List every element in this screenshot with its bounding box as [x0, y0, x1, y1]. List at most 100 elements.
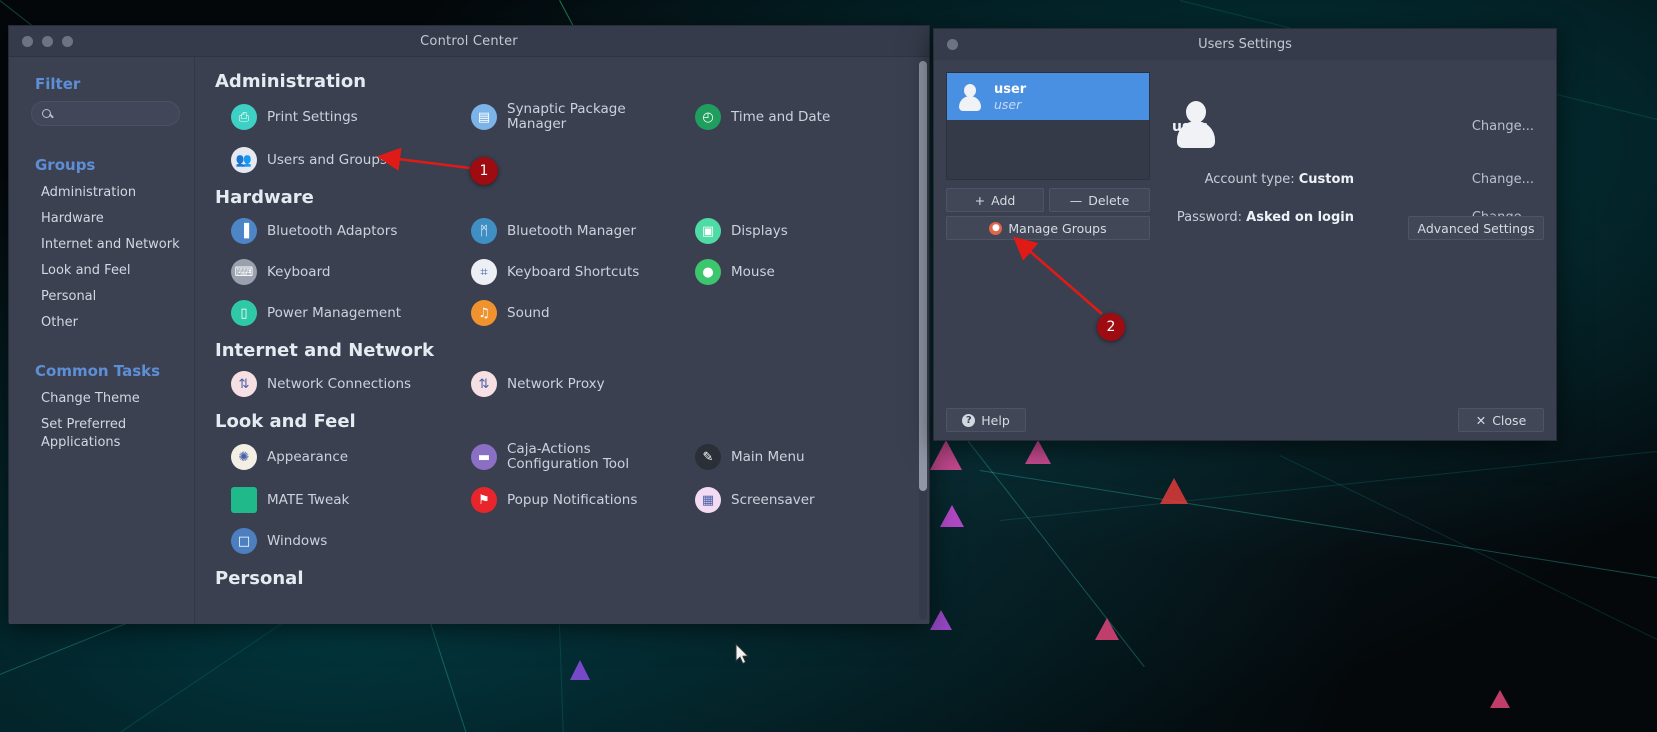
- control-center-item-label: Displays: [731, 222, 788, 239]
- common-tasks-label: Common Tasks: [35, 362, 161, 380]
- control-center-item-label: Synaptic Package Manager: [507, 101, 626, 132]
- close-button[interactable]: ✕ Close: [1458, 408, 1544, 432]
- control-center-item-label: Keyboard Shortcuts: [507, 263, 640, 280]
- control-center-item[interactable]: ⚑ Popup Notifications: [453, 481, 677, 519]
- control-center-item[interactable]: □ Windows: [213, 522, 453, 560]
- windows-icon: □: [231, 528, 257, 554]
- filter-label: Filter: [35, 75, 81, 93]
- help-button[interactable]: ? Help: [946, 408, 1026, 432]
- password-value: Asked on login: [1246, 210, 1354, 225]
- section-grid: ✺ Appearance ▬ Caja-Actions Configuration T…: [213, 436, 911, 560]
- control-center-item[interactable]: ⌗ Keyboard Shortcuts: [453, 253, 677, 291]
- sidebar-item-look-and-feel[interactable]: Look and Feel: [9, 258, 194, 284]
- advanced-settings-button[interactable]: Advanced Settings: [1408, 216, 1544, 240]
- users-settings-titlebar[interactable]: Users Settings: [934, 29, 1556, 60]
- control-center-item-label: Popup Notifications: [507, 491, 638, 508]
- control-center-item[interactable]: ᛗ Bluetooth Manager: [453, 212, 677, 250]
- delete-button-label: Delete: [1088, 192, 1130, 208]
- window-maximize-button[interactable]: [62, 35, 73, 47]
- annotation-badge-1: 1: [470, 157, 498, 185]
- folder-config-icon: ▬: [471, 444, 497, 470]
- control-center-item-label: Bluetooth Manager: [507, 222, 637, 239]
- close-label: Close: [1492, 412, 1527, 428]
- control-center-item-label: Sound: [507, 304, 550, 321]
- control-center-item[interactable]: MATE Tweak: [213, 481, 453, 519]
- control-center-item-label: Network Proxy: [507, 375, 605, 392]
- mouse-icon: ●: [695, 259, 721, 285]
- control-center-item[interactable]: ⌨ Keyboard: [213, 253, 453, 291]
- control-center-item-label: Appearance: [267, 448, 349, 465]
- package-icon: ▤: [471, 104, 497, 130]
- control-center-item-label: Network Connections: [267, 375, 412, 392]
- sound-icon: ♫: [471, 300, 497, 326]
- annotation-badge-2: 2: [1097, 313, 1125, 341]
- delete-user-button[interactable]: — Delete: [1049, 188, 1150, 212]
- password-label: Password:: [1176, 210, 1242, 225]
- window-minimize-button[interactable]: [42, 35, 53, 47]
- control-center-item[interactable]: ✺ Appearance: [213, 436, 453, 478]
- sidebar-item-set-preferred-applications[interactable]: Set Preferred Applications: [9, 412, 139, 456]
- group-user-icon: ●: [989, 221, 1003, 235]
- content-scrollbar[interactable]: [919, 61, 927, 620]
- sidebar-item-personal[interactable]: Personal: [9, 284, 194, 310]
- groups-label: Groups: [35, 156, 96, 174]
- section-title: Look and Feel: [215, 411, 356, 432]
- user-list[interactable]: user user: [946, 72, 1150, 180]
- control-center-item[interactable]: ▯ Power Management: [213, 294, 453, 332]
- control-center-item[interactable]: ⇅ Network Connections: [213, 365, 453, 403]
- users-window-close-button[interactable]: [947, 39, 958, 50]
- user-name: user: [994, 81, 1027, 97]
- section-title: Internet and Network: [215, 340, 434, 361]
- window-close-button[interactable]: [22, 35, 33, 47]
- search-input[interactable]: [58, 106, 168, 121]
- control-center-item[interactable]: ✎ Main Menu: [677, 436, 911, 478]
- control-center-item[interactable]: ▤ Synaptic Package Manager: [453, 96, 677, 138]
- minus-icon: —: [1069, 192, 1083, 208]
- sidebar-item-hardware[interactable]: Hardware: [9, 206, 194, 232]
- appearance-icon: ✺: [231, 444, 257, 470]
- control-center-item[interactable]: ● Mouse: [677, 253, 911, 291]
- control-center-item[interactable]: ◴ Time and Date: [677, 96, 911, 138]
- control-center-item[interactable]: ⎙ Print Settings: [213, 96, 453, 138]
- section-title: Hardware: [215, 187, 314, 208]
- control-center-item-label: Time and Date: [731, 108, 831, 125]
- control-center-item[interactable]: ⇅ Network Proxy: [453, 365, 677, 403]
- control-center-item-label: Screensaver: [731, 491, 815, 508]
- section-grid: ▐ Bluetooth Adaptors ᛗ Bluetooth Manager ▣ Di…: [213, 212, 911, 332]
- control-center-item[interactable]: ▣ Displays: [677, 212, 911, 250]
- section-title: Personal: [215, 568, 304, 589]
- scrollbar-thumb[interactable]: [919, 61, 927, 491]
- control-center-item[interactable]: ▐ Bluetooth Adaptors: [213, 212, 453, 250]
- control-center-titlebar[interactable]: Control Center: [9, 26, 929, 57]
- section-title: Administration: [215, 71, 367, 92]
- control-center-item-label: Keyboard: [267, 263, 331, 280]
- control-center-item[interactable]: ♫ Sound: [453, 294, 677, 332]
- change-username-link[interactable]: Change...: [1472, 119, 1534, 134]
- search-icon: [42, 109, 51, 118]
- main-menu-icon: ✎: [695, 444, 721, 470]
- add-user-button[interactable]: + Add: [946, 188, 1044, 212]
- sidebar-item-change-theme[interactable]: Change Theme: [9, 386, 194, 412]
- control-center-item[interactable]: ▬ Caja-Actions Configuration Tool: [453, 436, 677, 478]
- change-account-type-link[interactable]: Change...: [1472, 172, 1534, 187]
- filter-search-box[interactable]: [31, 101, 180, 126]
- keyboard-shortcuts-icon: ⌗: [471, 259, 497, 285]
- keyboard-icon: ⌨: [231, 259, 257, 285]
- list-item-user[interactable]: user user: [947, 73, 1149, 120]
- control-center-item-label: Windows: [267, 532, 328, 549]
- control-center-item-label: Caja-Actions Configuration Tool: [507, 441, 630, 472]
- control-center-item[interactable]: 👥 Users and Groups: [213, 141, 453, 179]
- control-center-item-label: Users and Groups: [267, 151, 387, 168]
- control-center-item-label: Bluetooth Adaptors: [267, 222, 398, 239]
- password-field: Password: Asked on login: [1054, 210, 1354, 225]
- mouse-cursor: [735, 643, 750, 665]
- users-icon: 👥: [231, 147, 257, 173]
- display-icon: ▣: [695, 218, 721, 244]
- screensaver-icon: ▦: [695, 487, 721, 513]
- control-center-item[interactable]: ▦ Screensaver: [677, 481, 911, 519]
- user-login: user: [994, 96, 1022, 112]
- sidebar-item-other[interactable]: Other: [9, 310, 194, 336]
- bluetooth-adaptor-icon: ▐: [231, 218, 257, 244]
- sidebar-item-internet-and-network[interactable]: Internet and Network: [9, 232, 194, 258]
- sidebar-item-administration[interactable]: Administration: [9, 180, 194, 206]
